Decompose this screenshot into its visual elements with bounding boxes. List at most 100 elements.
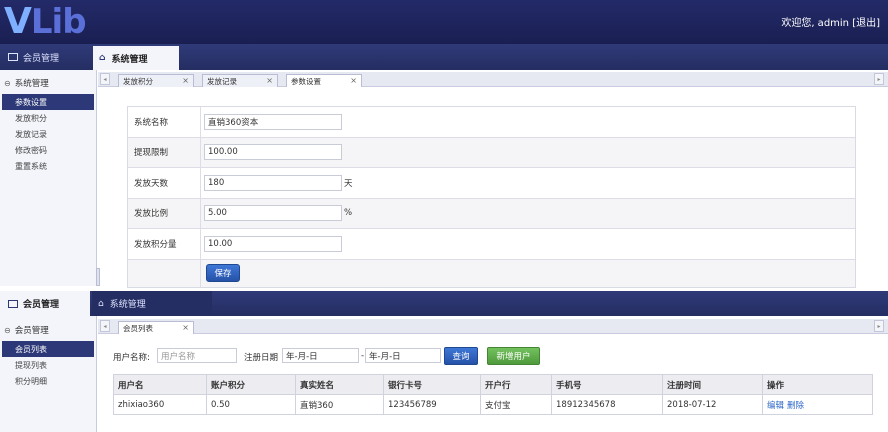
- issue-days-input[interactable]: 180: [204, 174, 342, 191]
- sidebar-group-label: 会员管理: [14, 326, 49, 336]
- logo-text: Lib: [30, 2, 87, 42]
- issue-ratio-input[interactable]: 5.00: [204, 205, 342, 222]
- form-row: 提现限制 100.00: [128, 137, 855, 168]
- sidebar-group-label: 系统管理: [14, 79, 49, 89]
- column-header[interactable]: 账户积分: [206, 374, 296, 395]
- sidebar-item-reset-system[interactable]: 重置系统: [0, 158, 96, 174]
- table-row: zhixiao360 0.50 直销360 123456789 支付宝 1891…: [113, 394, 873, 415]
- home-icon: ⌂: [98, 298, 104, 309]
- search-bar: 用户名称: 用户名称 注册日期 年-月-日 - 年-月-日 查询 新增用户: [113, 347, 873, 367]
- bottom-tabbar: 会员管理 ⌂ 系统管理: [0, 291, 888, 316]
- cell-bankcard: 123456789: [383, 394, 481, 415]
- query-button[interactable]: 查询: [444, 347, 478, 365]
- sidebar-group-system[interactable]: ⊖ 系统管理: [0, 72, 96, 94]
- home-icon: ⌂: [99, 53, 106, 63]
- date-label: 注册日期: [244, 353, 279, 363]
- cell-actions: 编辑 删除: [762, 394, 873, 415]
- tab-system-management[interactable]: ⌂ 系统管理: [92, 291, 212, 316]
- sidebar-item-params[interactable]: 参数设置: [2, 94, 94, 110]
- sidebar-item-points-detail[interactable]: 积分明细: [0, 373, 96, 389]
- unit-label: 天: [344, 178, 353, 189]
- tab-member-management[interactable]: 会员管理: [0, 291, 90, 316]
- cell-phone: 18912345678: [551, 394, 663, 415]
- unit-label: %: [344, 208, 353, 219]
- sidebar-item-change-password[interactable]: 修改密码: [0, 142, 96, 158]
- cell-points: 0.50: [206, 394, 296, 415]
- column-header[interactable]: 真实姓名: [295, 374, 384, 395]
- user-info[interactable]: 欢迎您, admin [退出]: [781, 14, 880, 29]
- top-tabbar: 会员管理 ⌂ 系统管理: [0, 44, 888, 70]
- subtab-label: 参数设置: [291, 76, 321, 86]
- column-header[interactable]: 手机号: [551, 374, 663, 395]
- field-label: 发放比例: [134, 209, 169, 220]
- subtab-issue-records[interactable]: 发放记录 ×: [202, 74, 278, 87]
- date-separator: -: [361, 351, 365, 361]
- app-logo: VLib: [4, 1, 87, 42]
- list-icon: [8, 299, 18, 308]
- add-user-button[interactable]: 新增用户: [487, 347, 540, 365]
- date-to-input[interactable]: 年-月-日: [365, 348, 441, 363]
- username-input[interactable]: 用户名称: [157, 348, 237, 363]
- collapse-icon: ⊖: [4, 325, 11, 335]
- form-row: 发放积分量 10.00: [128, 229, 855, 260]
- top-subtabs: ◂ 发放积分 × 发放记录 × 参数设置 × ▸: [98, 72, 888, 87]
- save-button[interactable]: 保存: [206, 264, 240, 282]
- subtab-member-list[interactable]: 会员列表 ×: [118, 321, 194, 334]
- tab-label: 系统管理: [111, 54, 148, 65]
- tab-label: 会员管理: [23, 300, 60, 310]
- cell-regdate: 2018-07-12: [662, 394, 763, 415]
- close-icon[interactable]: ×: [182, 323, 189, 332]
- subtab-label: 发放积分: [123, 76, 153, 86]
- form-row: 系统名称 直销360资本: [128, 107, 855, 138]
- subtab-label: 发放记录: [207, 76, 237, 86]
- close-icon[interactable]: ×: [182, 76, 189, 85]
- field-label: 提现限制: [134, 148, 169, 159]
- column-header[interactable]: 开户行: [480, 374, 552, 395]
- form-row: 发放天数 180 天: [128, 168, 855, 199]
- close-icon[interactable]: ×: [266, 76, 273, 85]
- close-icon[interactable]: ×: [350, 76, 357, 85]
- bottom-subtabs: ◂ 会员列表 × ▸: [98, 319, 888, 334]
- sidebar-member: ⊖ 会员管理 会员列表 提现列表 积分明细: [0, 316, 97, 432]
- field-label: 发放积分量: [134, 239, 177, 250]
- collapse-icon: ⊖: [4, 78, 11, 88]
- table-header-row: 用户名 账户积分 真实姓名 银行卡号 开户行 手机号 注册时间 操作: [113, 374, 873, 395]
- field-label: 系统名称: [134, 117, 169, 128]
- tab-label: 会员管理: [23, 53, 60, 64]
- sidebar-system: ⊖ 系统管理 参数设置 发放积分 发放记录 修改密码 重置系统: [0, 70, 97, 286]
- subtab-issue-points[interactable]: 发放积分 ×: [118, 74, 194, 87]
- delete-link[interactable]: 删除: [787, 401, 804, 411]
- scroll-left-icon[interactable]: ◂: [100, 73, 110, 85]
- scroll-right-icon[interactable]: ▸: [874, 320, 884, 332]
- withdraw-limit-input[interactable]: 100.00: [204, 144, 342, 161]
- date-from-input[interactable]: 年-月-日: [282, 348, 359, 363]
- issue-amount-input[interactable]: 10.00: [204, 235, 342, 252]
- edit-link[interactable]: 编辑: [767, 401, 784, 411]
- scroll-left-icon[interactable]: ◂: [100, 320, 110, 332]
- app-header: VLib 欢迎您, admin [退出]: [0, 0, 888, 44]
- logo-letter: V: [4, 1, 32, 42]
- column-header[interactable]: 银行卡号: [383, 374, 481, 395]
- tab-member-management[interactable]: 会员管理: [0, 44, 92, 70]
- member-table: 用户名 账户积分 真实姓名 银行卡号 开户行 手机号 注册时间 操作 zhixi…: [113, 374, 873, 415]
- username-label: 用户名称:: [113, 353, 150, 363]
- form-row: 发放比例 5.00 %: [128, 198, 855, 229]
- sidebar-item-issue-records[interactable]: 发放记录: [0, 126, 96, 142]
- list-icon: [8, 53, 18, 61]
- subtab-params[interactable]: 参数设置 ×: [286, 74, 362, 87]
- scroll-right-icon[interactable]: ▸: [874, 73, 884, 85]
- field-label: 发放天数: [134, 178, 169, 189]
- subtab-label: 会员列表: [123, 323, 153, 333]
- sidebar-item-issue-points[interactable]: 发放积分: [0, 110, 96, 126]
- cell-realname: 直销360: [295, 394, 384, 415]
- splitter-handle[interactable]: [96, 268, 100, 286]
- system-name-input[interactable]: 直销360资本: [204, 113, 342, 130]
- tab-label: 系统管理: [109, 300, 146, 310]
- sidebar-group-member[interactable]: ⊖ 会员管理: [0, 319, 96, 341]
- column-header: 操作: [762, 374, 873, 395]
- sidebar-item-withdraw-list[interactable]: 提现列表: [0, 357, 96, 373]
- column-header[interactable]: 注册时间: [662, 374, 763, 395]
- sidebar-item-member-list[interactable]: 会员列表: [2, 341, 94, 357]
- tab-system-management[interactable]: ⌂ 系统管理: [93, 44, 179, 70]
- column-header[interactable]: 用户名: [113, 374, 207, 395]
